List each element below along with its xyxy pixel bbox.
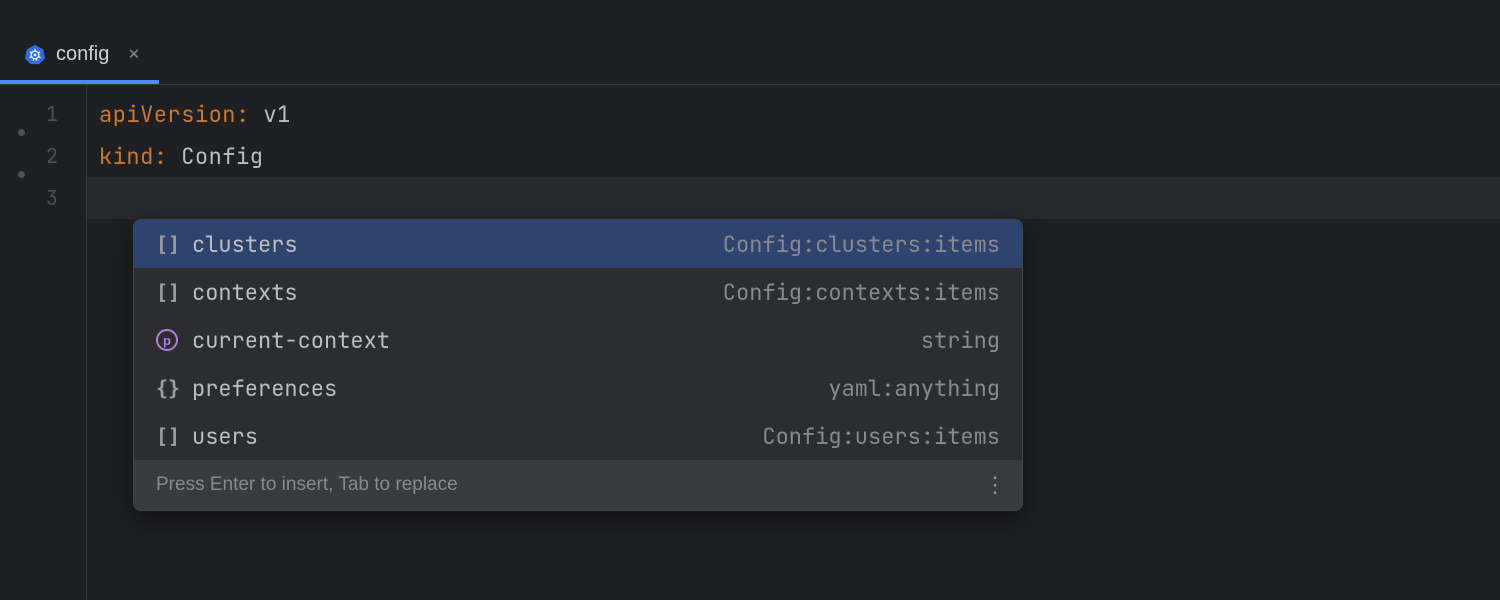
- code-line[interactable]: apiVersion: v1: [87, 93, 1500, 135]
- window-titlebar: [0, 0, 1500, 28]
- editor-tabs: config ×: [0, 28, 1500, 84]
- completion-label: current-context: [192, 326, 390, 355]
- kebab-icon[interactable]: ⋮: [984, 474, 1006, 496]
- property-icon: p: [156, 329, 186, 351]
- completion-label: preferences: [192, 374, 337, 403]
- yaml-value: v1: [263, 100, 290, 129]
- code-editor[interactable]: apiVersion: v1 kind: Config [] clusters …: [86, 85, 1500, 600]
- gutter-line[interactable]: 1: [0, 93, 86, 135]
- array-icon: []: [156, 232, 186, 256]
- completion-item-clusters[interactable]: [] clusters Config:clusters:items: [134, 220, 1022, 268]
- completion-item-contexts[interactable]: [] contexts Config:contexts:items: [134, 268, 1022, 316]
- completion-item-preferences[interactable]: {} preferences yaml:anything: [134, 364, 1022, 412]
- yaml-key: kind: [99, 142, 154, 171]
- completion-type: Config:clusters:items: [723, 230, 1000, 259]
- yaml-value: Config: [181, 142, 263, 171]
- completion-item-users[interactable]: [] users Config:users:items: [134, 412, 1022, 460]
- object-icon: {}: [156, 376, 186, 400]
- completion-type: Config:contexts:items: [723, 278, 1000, 307]
- completion-label: contexts: [192, 278, 298, 307]
- line-number: 3: [46, 185, 58, 211]
- yaml-colon: :: [154, 142, 168, 171]
- completion-label: users: [192, 422, 258, 451]
- yaml-colon: :: [236, 100, 250, 129]
- completion-item-current-context[interactable]: p current-context string: [134, 316, 1022, 364]
- gutter-line[interactable]: 3: [0, 177, 86, 219]
- array-icon: []: [156, 280, 186, 304]
- code-line-active[interactable]: [87, 177, 1500, 219]
- completion-type: Config:users:items: [762, 422, 1000, 451]
- kubernetes-icon: [24, 43, 46, 65]
- code-line[interactable]: kind: Config: [87, 135, 1500, 177]
- gutter-line[interactable]: 2: [0, 135, 86, 177]
- completion-label: clusters: [192, 230, 298, 259]
- gutter: 1 2 3: [0, 85, 86, 600]
- line-number: 1: [46, 101, 58, 127]
- completion-popup: [] clusters Config:clusters:items [] con…: [133, 219, 1023, 511]
- close-icon[interactable]: ×: [127, 43, 140, 65]
- tab-config[interactable]: config ×: [0, 28, 159, 84]
- completion-hint: Press Enter to insert, Tab to replace: [156, 474, 458, 496]
- completion-footer: Press Enter to insert, Tab to replace ⋮: [134, 460, 1022, 510]
- tab-title: config: [56, 43, 109, 66]
- editor-area: 1 2 3 apiVersion: v1 kind: Config [] clu…: [0, 84, 1500, 600]
- array-icon: []: [156, 424, 186, 448]
- line-number: 2: [46, 143, 58, 169]
- yaml-key: apiVersion: [99, 100, 236, 129]
- completion-type: string: [921, 326, 1000, 355]
- completion-type: yaml:anything: [828, 374, 1000, 403]
